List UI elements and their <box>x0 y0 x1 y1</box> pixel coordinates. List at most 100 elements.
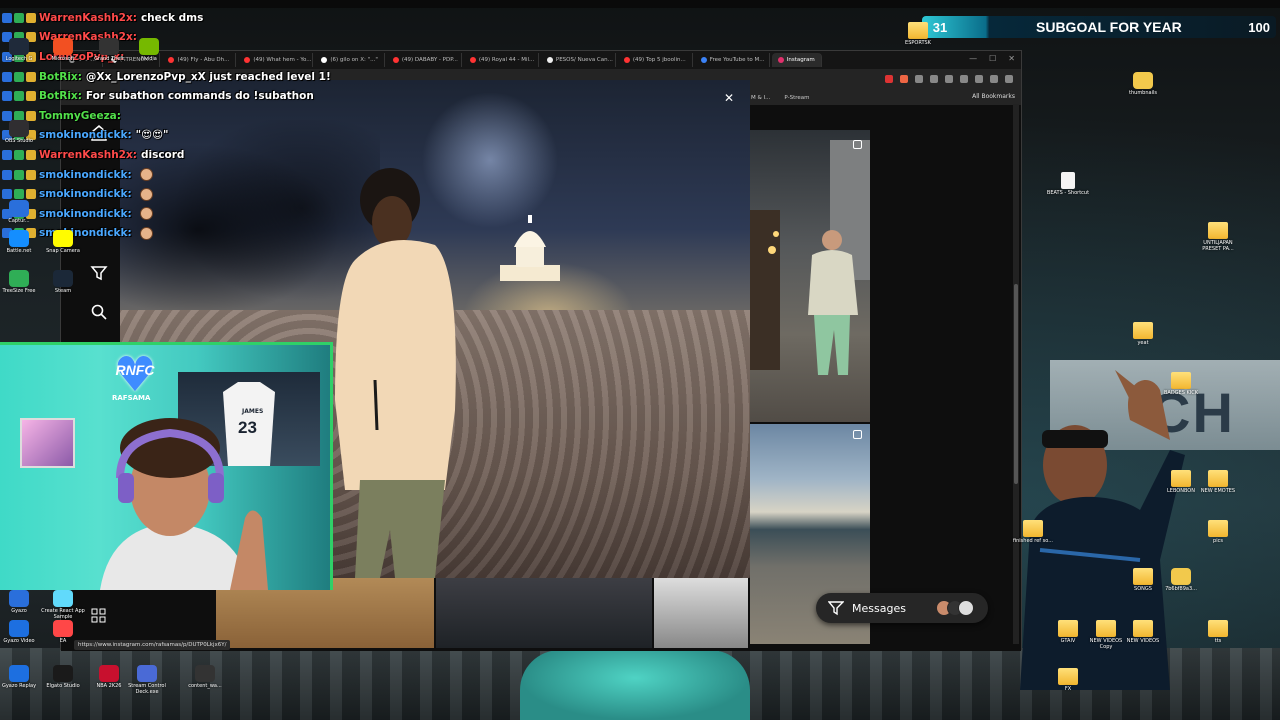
desktop-shortcut[interactable]: Steam <box>40 270 86 294</box>
browser-tab[interactable]: PESOS/ Nueva Can... <box>541 53 616 67</box>
app-icon <box>9 200 29 217</box>
close-window-icon[interactable]: ✕ <box>1008 54 1015 63</box>
chat-username: BotRix: <box>39 90 82 103</box>
shortcut-label: Elgato Studio <box>46 683 80 689</box>
extension-icon[interactable] <box>960 75 968 83</box>
app-icon <box>9 38 29 55</box>
badge-icon <box>2 149 12 160</box>
post-thumbnail[interactable] <box>654 578 748 648</box>
teal-jersey-figure <box>520 650 750 720</box>
post-thumbnail[interactable] <box>750 130 870 422</box>
extension-icon[interactable] <box>990 75 998 83</box>
browser-tab[interactable]: (49) DABABY - PDP... <box>387 53 462 67</box>
badge-icon <box>26 71 36 82</box>
app-icon <box>9 230 29 247</box>
emote-icon <box>139 226 153 240</box>
desktop-shortcut[interactable]: Stream Control Deck.exe <box>124 665 170 695</box>
desktop-shortcut[interactable]: thumbnails <box>1120 72 1166 96</box>
desktop-folder[interactable]: ESPORTSK <box>895 22 941 46</box>
tab-label: PESOS/ Nueva Can... <box>555 57 613 63</box>
shortcut-label: UNTILJAPAN PRESET PA... <box>1202 240 1234 252</box>
maximize-icon[interactable]: ☐ <box>989 54 996 63</box>
page-scrollbar[interactable] <box>1013 104 1019 644</box>
desktop-shortcut[interactable]: Battle.net <box>0 230 42 254</box>
browser-tab[interactable]: (49) Top 5 jboolin... <box>618 53 693 67</box>
extension-icon[interactable] <box>975 75 983 83</box>
bookmark-item[interactable]: M & I... <box>751 95 770 101</box>
desktop-shortcut[interactable]: Captur... <box>0 200 42 224</box>
badge-icon <box>2 189 12 200</box>
all-bookmarks-link[interactable]: All Bookmarks <box>972 93 1015 100</box>
desktop-shortcut[interactable]: 7b6bf89a3... <box>1158 568 1204 592</box>
desktop-folder[interactable]: pics <box>1195 520 1241 544</box>
desktop-shortcut[interactable]: OBS Studio <box>0 120 42 144</box>
extension-icon[interactable] <box>885 75 893 83</box>
browser-tab[interactable]: (6) gilo on X: "..." <box>315 53 385 67</box>
emote-icon <box>139 187 153 201</box>
folder-icon <box>1058 668 1078 685</box>
app-icon <box>9 120 29 137</box>
shortcut-label: FX <box>1064 686 1072 692</box>
desktop-shortcut[interactable]: Gyazo <box>0 590 42 614</box>
folder-icon <box>1058 620 1078 637</box>
desktop-folder[interactable]: FX <box>1045 668 1091 692</box>
desktop-shortcut[interactable]: BEATS - Shortcut <box>1045 172 1091 196</box>
chat-message: BotRix: @Xx_LorenzoPvp_xX just reached le… <box>0 67 331 87</box>
desktop-shortcut[interactable]: Logitech G <box>0 38 42 62</box>
desktop-folder[interactable]: BADGES KICK <box>1158 372 1204 396</box>
desktop-shortcut[interactable]: Nvidia <box>126 38 172 62</box>
search-icon[interactable] <box>90 303 108 321</box>
tab-favicon-icon <box>777 57 784 63</box>
desktop-shortcut[interactable]: Gyazo Replay <box>0 665 42 689</box>
browser-tab[interactable]: (49) Royal 44 - Mil... <box>464 53 539 67</box>
desktop-folder[interactable]: yeat <box>1120 322 1166 346</box>
badge-icon <box>2 169 12 180</box>
tab-label: (6) gilo on X: "..." <box>330 57 378 63</box>
desktop-shortcut[interactable]: content_wa... <box>182 665 228 689</box>
shortcut-label: 7b6bf89a3... <box>1165 586 1197 592</box>
desktop-folder[interactable]: NEW VIDEOS <box>1120 620 1166 644</box>
folder-icon <box>1208 520 1228 537</box>
more-apps-icon[interactable] <box>90 607 108 625</box>
chat-message: BotRix: For subathon commands do !subatho… <box>0 86 314 106</box>
app-icon <box>53 665 73 682</box>
desktop-shortcut[interactable]: Create React App Sample <box>40 590 86 620</box>
extension-icon[interactable] <box>945 75 953 83</box>
window-controls: — ☐ ✕ <box>969 54 1015 63</box>
explore-icon[interactable] <box>90 264 108 282</box>
menu-icon[interactable] <box>1005 75 1013 83</box>
extension-icon[interactable] <box>930 75 938 83</box>
desktop-folder[interactable]: finished ref so... <box>1010 520 1056 544</box>
thumbnail-person <box>750 140 870 375</box>
desktop-shortcut[interactable]: Snap Camera <box>40 230 86 254</box>
folder-icon <box>1133 568 1153 585</box>
desktop-folder[interactable]: tts <box>1195 620 1241 644</box>
chat-text: check dms <box>140 11 204 24</box>
close-icon[interactable]: ✕ <box>720 89 738 107</box>
extension-icon[interactable] <box>915 75 923 83</box>
browser-tab[interactable]: Instagram <box>771 53 822 67</box>
badge-icon <box>2 91 12 102</box>
desktop-shortcut[interactable]: TreeSize Free <box>0 270 42 294</box>
shortcut-label: content_wa... <box>188 683 222 689</box>
shortcut-label: ESPORTSK <box>905 40 931 46</box>
person-in-puffer-jacket <box>335 168 456 578</box>
messages-button[interactable]: Messages <box>816 593 988 623</box>
desktop-shortcut[interactable]: Gyazo Video <box>0 620 42 644</box>
scrollbar-thumb[interactable] <box>1014 284 1018 484</box>
shortcut-label: Create React App Sample <box>41 608 85 620</box>
bookmark-item[interactable]: P-Stream <box>784 95 809 101</box>
desktop-folder[interactable]: NEW EMOTES <box>1195 470 1241 494</box>
app-icon <box>1171 568 1191 585</box>
minimize-icon[interactable]: — <box>969 54 977 63</box>
desktop-shortcut[interactable]: Microsoft <box>40 38 86 62</box>
desktop-shortcut[interactable]: EA <box>40 620 86 644</box>
extension-icon[interactable] <box>900 75 908 83</box>
post-thumbnail[interactable] <box>436 578 652 648</box>
desktop-folder[interactable]: UNTILJAPAN PRESET PA... <box>1195 222 1241 252</box>
messages-label: Messages <box>852 601 906 615</box>
desktop-shortcut[interactable]: Elgato Studio <box>40 665 86 689</box>
browser-tab[interactable]: Free YouTube to M... <box>695 53 770 67</box>
app-icon <box>53 38 73 55</box>
shortcut-label: Snap Camera <box>46 248 80 254</box>
